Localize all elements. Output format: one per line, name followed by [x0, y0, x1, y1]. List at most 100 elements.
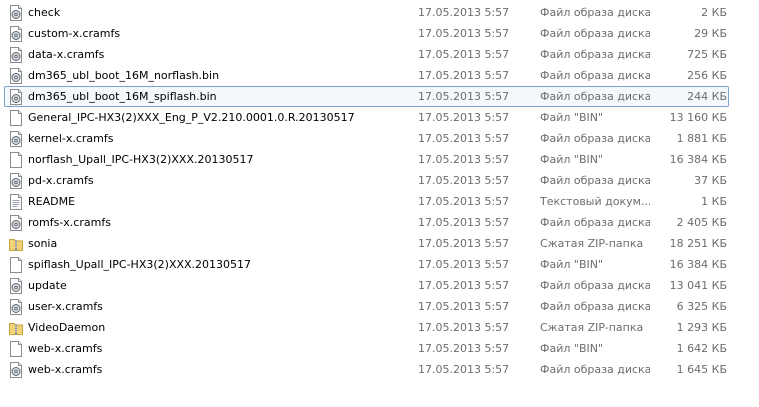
file-name: custom-x.cramfs — [28, 27, 121, 40]
file-modified-date: 17.05.2013 5:57 — [418, 90, 510, 103]
file-name: dm365_ubl_boot_16M_norflash.bin — [28, 69, 220, 82]
disk-image-icon — [9, 278, 23, 294]
file-row[interactable]: norflash_Upall_IPC-HX3(2)XXX.20130517 17.… — [4, 149, 729, 170]
file-size: 13 160 КБ — [669, 111, 727, 124]
zip-folder-icon — [9, 236, 23, 252]
file-name: user-x.cramfs — [28, 300, 103, 313]
file-row[interactable]: spiflash_Upall_IPC-HX3(2)XXX.20130517 17.… — [4, 254, 729, 275]
file-row[interactable]: check 17.05.2013 5:57 Файл образа диска 2 К… — [4, 2, 729, 23]
file-size: 18 251 КБ — [669, 237, 727, 250]
file-modified-date: 17.05.2013 5:57 — [418, 48, 510, 61]
file-name: General_IPC-HX3(2)XXX_Eng_P_V2.210.0001.… — [28, 111, 355, 124]
file-row[interactable]: user-x.cramfs 17.05.2013 5:57 Файл образа … — [4, 296, 729, 317]
file-type: Файл образа диска — [540, 216, 650, 229]
file-row[interactable]: web-x.cramfs 17.05.2013 5:57 Файл образа д… — [4, 359, 729, 380]
disk-image-icon — [9, 47, 23, 63]
file-name: kernel-x.cramfs — [28, 132, 114, 145]
file-type: Файл образа диска — [540, 363, 650, 376]
file-name: check — [28, 6, 61, 19]
file-size: 1 881 КБ — [676, 132, 727, 145]
disk-image-icon — [9, 299, 23, 315]
file-row[interactable]: kernel-x.cramfs 17.05.2013 5:57 Файл образ… — [4, 128, 729, 149]
file-row[interactable]: VideoDaemon 17.05.2013 5:57 Сжатая ZIP-пап… — [4, 317, 729, 338]
file-modified-date: 17.05.2013 5:57 — [418, 321, 510, 334]
file-name: VideoDaemon — [28, 321, 106, 334]
file-size: 256 КБ — [687, 69, 727, 82]
file-type: Файл образа диска — [540, 174, 650, 187]
file-modified-date: 17.05.2013 5:57 — [418, 27, 510, 40]
file-size: 1 645 КБ — [676, 363, 727, 376]
file-type: Сжатая ZIP-папка — [540, 321, 644, 334]
file-size: 2 405 КБ — [676, 216, 727, 229]
file-size: 1 293 КБ — [676, 321, 727, 334]
disk-image-icon — [9, 26, 23, 42]
file-modified-date: 17.05.2013 5:57 — [418, 237, 510, 250]
file-size: 13 041 КБ — [669, 279, 727, 292]
file-type: Файл образа диска — [540, 48, 650, 61]
file-modified-date: 17.05.2013 5:57 — [418, 300, 510, 313]
file-size: 29 КБ — [694, 27, 727, 40]
file-type: Файл образа диска — [540, 69, 650, 82]
file-row[interactable]: README 17.05.2013 5:57 Текстовый докум... 1… — [4, 191, 729, 212]
disk-image-icon — [9, 173, 23, 189]
bin-file-icon — [9, 257, 23, 273]
file-size: 2 КБ — [701, 6, 727, 19]
file-modified-date: 17.05.2013 5:57 — [418, 195, 510, 208]
file-row[interactable]: dm365_ubl_boot_16M_spiflash.bin 17.05.201… — [4, 86, 729, 107]
file-name: README — [28, 195, 76, 208]
disk-image-icon — [9, 89, 23, 105]
file-size: 725 КБ — [687, 48, 727, 61]
file-name: update — [28, 279, 67, 292]
file-size: 37 КБ — [694, 174, 727, 187]
disk-image-icon — [9, 362, 23, 378]
file-size: 1 КБ — [701, 195, 727, 208]
disk-image-icon — [9, 215, 23, 231]
file-modified-date: 17.05.2013 5:57 — [418, 132, 510, 145]
file-modified-date: 17.05.2013 5:57 — [418, 153, 510, 166]
file-type: Файл образа диска — [540, 27, 650, 40]
file-row[interactable]: sonia 17.05.2013 5:57 Сжатая ZIP-папка 18 2… — [4, 233, 729, 254]
file-modified-date: 17.05.2013 5:57 — [418, 69, 510, 82]
file-type: Файл "BIN" — [540, 153, 604, 166]
file-type: Текстовый докум... — [540, 195, 650, 208]
file-name: sonia — [28, 237, 58, 250]
file-size: 1 642 КБ — [676, 342, 727, 355]
file-type: Файл "BIN" — [540, 342, 604, 355]
file-modified-date: 17.05.2013 5:57 — [418, 111, 510, 124]
zip-folder-icon — [9, 320, 23, 336]
bin-file-icon — [9, 152, 23, 168]
file-row[interactable]: update 17.05.2013 5:57 Файл образа диска 13… — [4, 275, 729, 296]
file-modified-date: 17.05.2013 5:57 — [418, 363, 510, 376]
file-row[interactable]: pd-x.cramfs 17.05.2013 5:57 Файл образа ди… — [4, 170, 729, 191]
file-size: 6 325 КБ — [676, 300, 727, 313]
file-row[interactable]: General_IPC-HX3(2)XXX_Eng_P_V2.210.0001.… — [4, 107, 729, 128]
file-name: norflash_Upall_IPC-HX3(2)XXX.20130517 — [28, 153, 254, 166]
file-type: Файл образа диска — [540, 132, 650, 145]
file-modified-date: 17.05.2013 5:57 — [418, 279, 510, 292]
file-type: Файл образа диска — [540, 6, 650, 19]
file-name: spiflash_Upall_IPC-HX3(2)XXX.20130517 — [28, 258, 252, 271]
file-row[interactable]: custom-x.cramfs 17.05.2013 5:57 Файл образ… — [4, 23, 729, 44]
file-modified-date: 17.05.2013 5:57 — [418, 174, 510, 187]
file-modified-date: 17.05.2013 5:57 — [418, 216, 510, 229]
file-row[interactable]: romfs-x.cramfs 17.05.2013 5:57 Файл образа… — [4, 212, 729, 233]
file-name: web-x.cramfs — [28, 342, 103, 355]
file-type: Сжатая ZIP-папка — [540, 237, 644, 250]
disk-image-icon — [9, 68, 23, 84]
text-document-icon — [9, 194, 23, 210]
file-list[interactable]: check 17.05.2013 5:57 Файл образа диска 2 К… — [0, 0, 759, 407]
file-name: romfs-x.cramfs — [28, 216, 111, 229]
file-type: Файл образа диска — [540, 90, 650, 103]
file-row[interactable]: dm365_ubl_boot_16M_norflash.bin 17.05.201… — [4, 65, 729, 86]
file-name: pd-x.cramfs — [28, 174, 94, 187]
file-type: Файл образа диска — [540, 279, 650, 292]
disk-image-icon — [9, 5, 23, 21]
disk-image-icon — [9, 131, 23, 147]
file-type: Файл "BIN" — [540, 111, 604, 124]
file-name: web-x.cramfs — [28, 363, 103, 376]
bin-file-icon — [9, 110, 23, 126]
file-row[interactable]: data-x.cramfs 17.05.2013 5:57 Файл образа … — [4, 44, 729, 65]
file-row[interactable]: web-x.cramfs 17.05.2013 5:57 Файл "BIN" 1 6… — [4, 338, 729, 359]
file-modified-date: 17.05.2013 5:57 — [418, 258, 510, 271]
file-size: 16 384 КБ — [669, 153, 727, 166]
